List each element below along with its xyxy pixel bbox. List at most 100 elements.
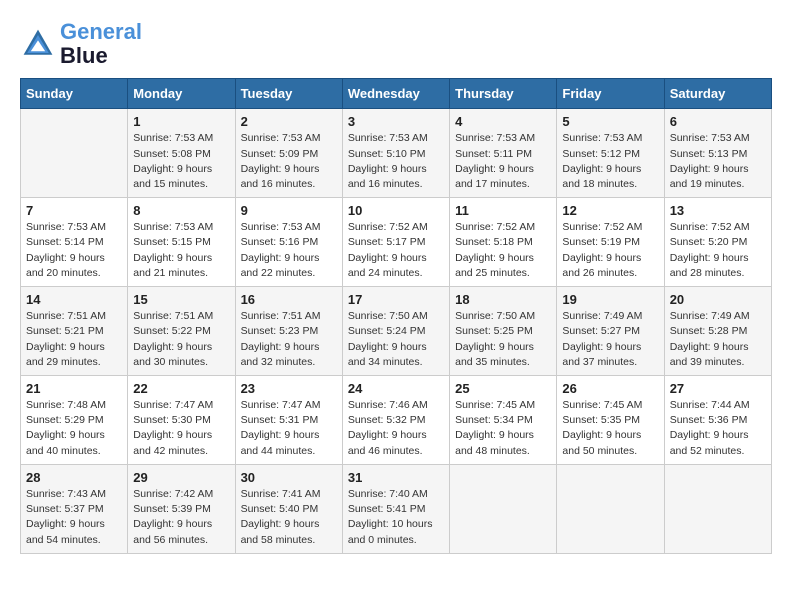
day-info: Sunrise: 7:53 AMSunset: 5:16 PMDaylight:…	[241, 220, 337, 281]
day-number: 30	[241, 470, 337, 485]
day-info: Sunrise: 7:53 AMSunset: 5:08 PMDaylight:…	[133, 131, 229, 192]
day-info: Sunrise: 7:52 AMSunset: 5:20 PMDaylight:…	[670, 220, 766, 281]
day-number: 14	[26, 292, 122, 307]
day-info: Sunrise: 7:50 AMSunset: 5:24 PMDaylight:…	[348, 309, 444, 370]
day-number: 1	[133, 114, 229, 129]
day-cell: 29 Sunrise: 7:42 AMSunset: 5:39 PMDayligh…	[128, 464, 235, 553]
day-cell: 27 Sunrise: 7:44 AMSunset: 5:36 PMDayligh…	[664, 376, 771, 465]
day-info: Sunrise: 7:52 AMSunset: 5:18 PMDaylight:…	[455, 220, 551, 281]
day-cell	[557, 464, 664, 553]
day-cell: 14 Sunrise: 7:51 AMSunset: 5:21 PMDayligh…	[21, 287, 128, 376]
header-thursday: Thursday	[450, 79, 557, 109]
day-number: 15	[133, 292, 229, 307]
week-row-5: 28 Sunrise: 7:43 AMSunset: 5:37 PMDayligh…	[21, 464, 772, 553]
day-cell: 6 Sunrise: 7:53 AMSunset: 5:13 PMDaylight…	[664, 109, 771, 198]
day-number: 23	[241, 381, 337, 396]
day-info: Sunrise: 7:51 AMSunset: 5:22 PMDaylight:…	[133, 309, 229, 370]
day-number: 12	[562, 203, 658, 218]
day-cell: 31Sunrise: 7:40 AMSunset: 5:41 PMDayligh…	[342, 464, 449, 553]
week-row-4: 21 Sunrise: 7:48 AMSunset: 5:29 PMDayligh…	[21, 376, 772, 465]
day-number: 27	[670, 381, 766, 396]
day-info: Sunrise: 7:42 AMSunset: 5:39 PMDaylight:…	[133, 487, 229, 548]
day-cell: 3 Sunrise: 7:53 AMSunset: 5:10 PMDaylight…	[342, 109, 449, 198]
day-number: 19	[562, 292, 658, 307]
day-number: 13	[670, 203, 766, 218]
day-info: Sunrise: 7:53 AMSunset: 5:09 PMDaylight:…	[241, 131, 337, 192]
day-number: 6	[670, 114, 766, 129]
week-row-1: 1 Sunrise: 7:53 AMSunset: 5:08 PMDaylight…	[21, 109, 772, 198]
day-info: Sunrise: 7:53 AMSunset: 5:10 PMDaylight:…	[348, 131, 444, 192]
day-info: Sunrise: 7:53 AMSunset: 5:13 PMDaylight:…	[670, 131, 766, 192]
calendar-header-row: SundayMondayTuesdayWednesdayThursdayFrid…	[21, 79, 772, 109]
day-number: 26	[562, 381, 658, 396]
day-number: 17	[348, 292, 444, 307]
day-cell: 4 Sunrise: 7:53 AMSunset: 5:11 PMDaylight…	[450, 109, 557, 198]
day-number: 28	[26, 470, 122, 485]
day-info: Sunrise: 7:46 AMSunset: 5:32 PMDaylight:…	[348, 398, 444, 459]
day-info: Sunrise: 7:44 AMSunset: 5:36 PMDaylight:…	[670, 398, 766, 459]
day-cell: 25 Sunrise: 7:45 AMSunset: 5:34 PMDayligh…	[450, 376, 557, 465]
day-cell: 12 Sunrise: 7:52 AMSunset: 5:19 PMDayligh…	[557, 198, 664, 287]
day-number: 4	[455, 114, 551, 129]
day-info: Sunrise: 7:53 AMSunset: 5:15 PMDaylight:…	[133, 220, 229, 281]
day-info: Sunrise: 7:41 AMSunset: 5:40 PMDaylight:…	[241, 487, 337, 548]
day-cell: 28 Sunrise: 7:43 AMSunset: 5:37 PMDayligh…	[21, 464, 128, 553]
day-cell: 13 Sunrise: 7:52 AMSunset: 5:20 PMDayligh…	[664, 198, 771, 287]
day-cell: 15 Sunrise: 7:51 AMSunset: 5:22 PMDayligh…	[128, 287, 235, 376]
day-info: Sunrise: 7:53 AMSunset: 5:11 PMDaylight:…	[455, 131, 551, 192]
header-friday: Friday	[557, 79, 664, 109]
day-info: Sunrise: 7:49 AMSunset: 5:28 PMDaylight:…	[670, 309, 766, 370]
day-info: Sunrise: 7:47 AMSunset: 5:31 PMDaylight:…	[241, 398, 337, 459]
day-cell: 26 Sunrise: 7:45 AMSunset: 5:35 PMDayligh…	[557, 376, 664, 465]
day-info: Sunrise: 7:50 AMSunset: 5:25 PMDaylight:…	[455, 309, 551, 370]
day-cell	[21, 109, 128, 198]
day-number: 7	[26, 203, 122, 218]
day-info: Sunrise: 7:45 AMSunset: 5:34 PMDaylight:…	[455, 398, 551, 459]
day-cell: 21 Sunrise: 7:48 AMSunset: 5:29 PMDayligh…	[21, 376, 128, 465]
header-wednesday: Wednesday	[342, 79, 449, 109]
day-cell: 1 Sunrise: 7:53 AMSunset: 5:08 PMDaylight…	[128, 109, 235, 198]
day-number: 24	[348, 381, 444, 396]
calendar-table: SundayMondayTuesdayWednesdayThursdayFrid…	[20, 78, 772, 553]
day-info: Sunrise: 7:45 AMSunset: 5:35 PMDaylight:…	[562, 398, 658, 459]
header-tuesday: Tuesday	[235, 79, 342, 109]
day-cell: 10Sunrise: 7:52 AMSunset: 5:17 PMDayligh…	[342, 198, 449, 287]
day-cell: 24 Sunrise: 7:46 AMSunset: 5:32 PMDayligh…	[342, 376, 449, 465]
day-number: 29	[133, 470, 229, 485]
day-number: 31	[348, 470, 444, 485]
logo: General Blue	[20, 20, 142, 68]
day-number: 25	[455, 381, 551, 396]
day-cell: 23 Sunrise: 7:47 AMSunset: 5:31 PMDayligh…	[235, 376, 342, 465]
day-number: 21	[26, 381, 122, 396]
day-info: Sunrise: 7:51 AMSunset: 5:21 PMDaylight:…	[26, 309, 122, 370]
day-info: Sunrise: 7:47 AMSunset: 5:30 PMDaylight:…	[133, 398, 229, 459]
header-saturday: Saturday	[664, 79, 771, 109]
day-cell: 18 Sunrise: 7:50 AMSunset: 5:25 PMDayligh…	[450, 287, 557, 376]
page-header: General Blue	[20, 20, 772, 68]
day-info: Sunrise: 7:52 AMSunset: 5:19 PMDaylight:…	[562, 220, 658, 281]
day-cell: 19Sunrise: 7:49 AMSunset: 5:27 PMDayligh…	[557, 287, 664, 376]
day-info: Sunrise: 7:53 AMSunset: 5:14 PMDaylight:…	[26, 220, 122, 281]
day-number: 5	[562, 114, 658, 129]
day-info: Sunrise: 7:48 AMSunset: 5:29 PMDaylight:…	[26, 398, 122, 459]
day-number: 10	[348, 203, 444, 218]
day-cell	[664, 464, 771, 553]
day-info: Sunrise: 7:53 AMSunset: 5:12 PMDaylight:…	[562, 131, 658, 192]
header-sunday: Sunday	[21, 79, 128, 109]
day-cell: 11Sunrise: 7:52 AMSunset: 5:18 PMDayligh…	[450, 198, 557, 287]
day-cell: 17 Sunrise: 7:50 AMSunset: 5:24 PMDayligh…	[342, 287, 449, 376]
day-number: 3	[348, 114, 444, 129]
week-row-3: 14 Sunrise: 7:51 AMSunset: 5:21 PMDayligh…	[21, 287, 772, 376]
day-cell: 8 Sunrise: 7:53 AMSunset: 5:15 PMDaylight…	[128, 198, 235, 287]
day-cell: 5 Sunrise: 7:53 AMSunset: 5:12 PMDaylight…	[557, 109, 664, 198]
logo-icon	[20, 26, 56, 62]
day-cell	[450, 464, 557, 553]
day-number: 16	[241, 292, 337, 307]
day-info: Sunrise: 7:43 AMSunset: 5:37 PMDaylight:…	[26, 487, 122, 548]
day-cell: 2Sunrise: 7:53 AMSunset: 5:09 PMDaylight…	[235, 109, 342, 198]
day-info: Sunrise: 7:51 AMSunset: 5:23 PMDaylight:…	[241, 309, 337, 370]
logo-text: General Blue	[60, 20, 142, 68]
day-number: 18	[455, 292, 551, 307]
day-number: 8	[133, 203, 229, 218]
day-cell: 22Sunrise: 7:47 AMSunset: 5:30 PMDayligh…	[128, 376, 235, 465]
